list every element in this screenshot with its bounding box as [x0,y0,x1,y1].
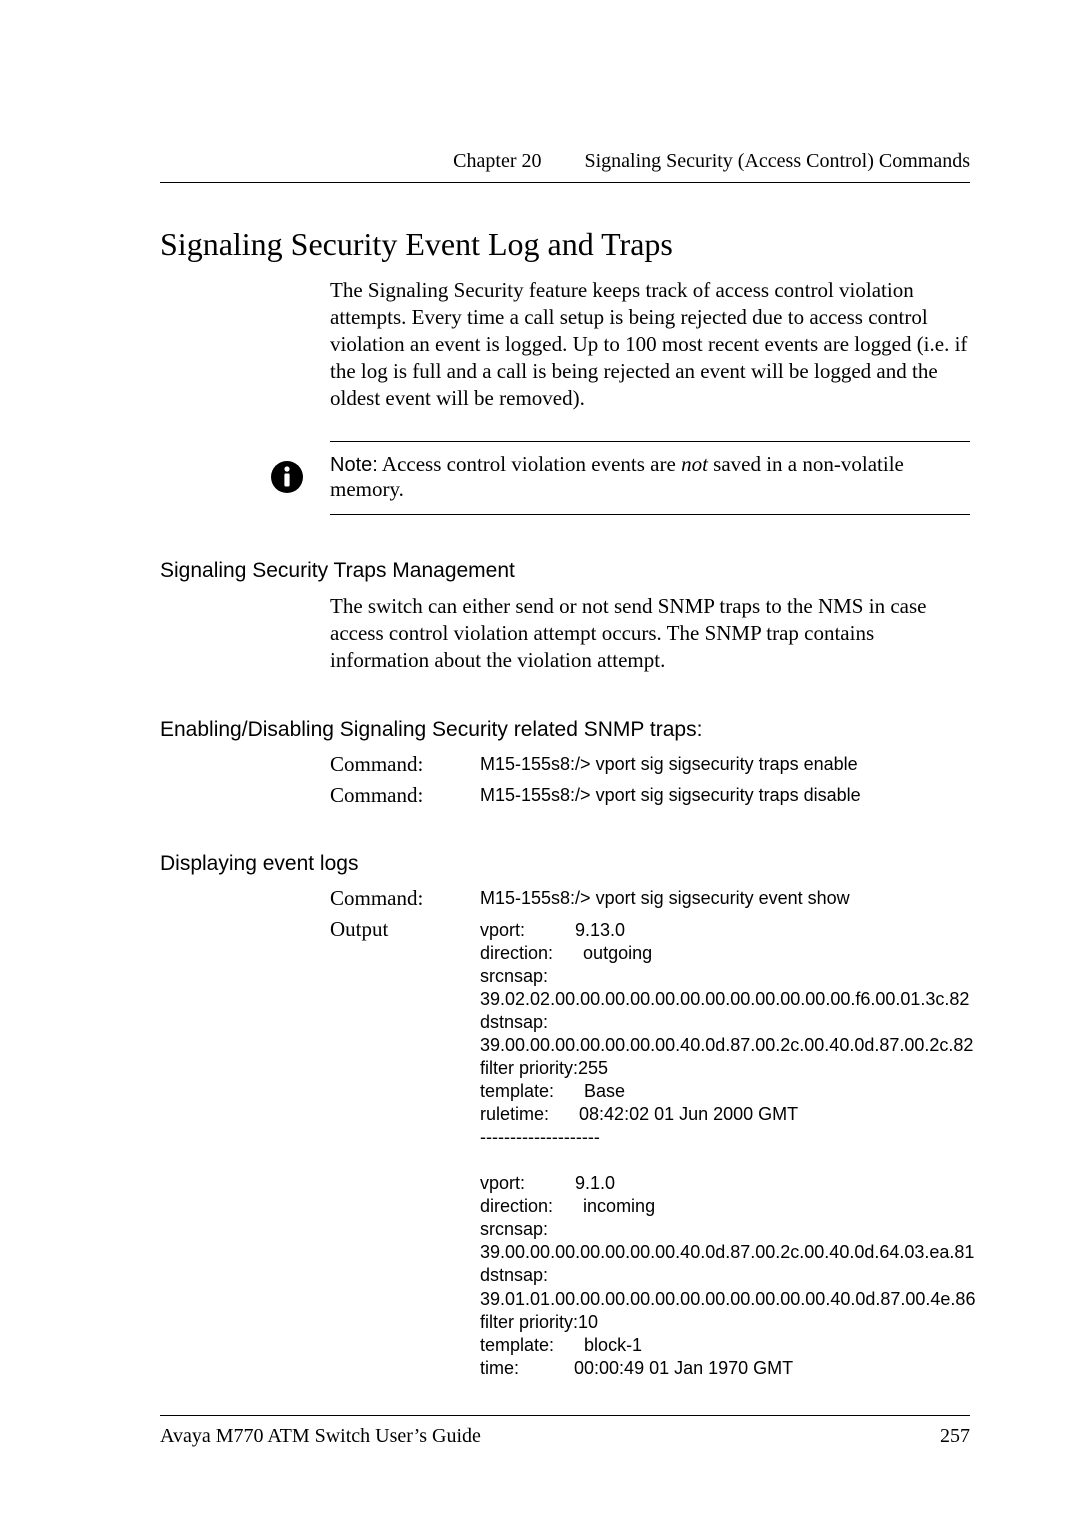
note-text: Note: Access control violation events ar… [330,452,970,502]
info-icon [270,460,304,494]
output-text: vport: 9.13.0 direction: outgoing srcnsa… [480,917,975,1380]
note-label: Note: [330,454,378,476]
command-value: M15-155s8:/> vport sig sigsecurity traps… [480,783,861,808]
command-row: Command: M15-155s8:/> vport sig sigsecur… [330,886,970,911]
traps-mgmt-paragraph: The switch can either send or not send S… [330,593,970,674]
footer-rule [160,1415,970,1416]
command-label: Command: [330,752,480,777]
note-row: Note: Access control violation events ar… [330,442,970,514]
output-label: Output [330,917,480,1380]
section-heading-enable-disable: Enabling/Disabling Signaling Security re… [160,718,970,742]
enable-disable-commands: Command: M15-155s8:/> vport sig sigsecur… [330,752,970,808]
footer: Avaya M770 ATM Switch User’s Guide 257 [160,1425,970,1448]
command-label: Command: [330,783,480,808]
command-label: Command: [330,886,480,911]
chapter-label: Chapter 20 [453,150,541,172]
content: Signaling Security Event Log and Traps T… [160,226,970,1380]
intro-paragraph: The Signaling Security feature keeps tra… [330,277,970,411]
event-logs-block: Command: M15-155s8:/> vport sig sigsecur… [330,886,970,1380]
footer-left: Avaya M770 ATM Switch User’s Guide [160,1425,481,1448]
note-before: Access control violation events are [378,452,681,476]
output-block: Output vport: 9.13.0 direction: outgoing… [330,917,970,1380]
section-heading-traps-mgmt: Signaling Security Traps Management [160,559,970,583]
page: Chapter 20 Signaling Security (Access Co… [0,0,1080,1528]
running-head: Chapter 20 Signaling Security (Access Co… [160,150,970,173]
header-rule [160,182,970,183]
command-row: Command: M15-155s8:/> vport sig sigsecur… [330,752,970,777]
chapter-title: Signaling Security (Access Control) Comm… [584,150,970,172]
page-title: Signaling Security Event Log and Traps [160,226,970,263]
command-row: Command: M15-155s8:/> vport sig sigsecur… [330,783,970,808]
section-heading-event-logs: Displaying event logs [160,852,970,876]
note-block: Note: Access control violation events ar… [330,441,970,515]
footer-page-number: 257 [940,1425,970,1448]
note-bottom-rule [330,514,970,515]
command-value: M15-155s8:/> vport sig sigsecurity traps… [480,752,858,777]
command-value: M15-155s8:/> vport sig sigsecurity event… [480,886,850,911]
note-emph: not [681,452,708,476]
